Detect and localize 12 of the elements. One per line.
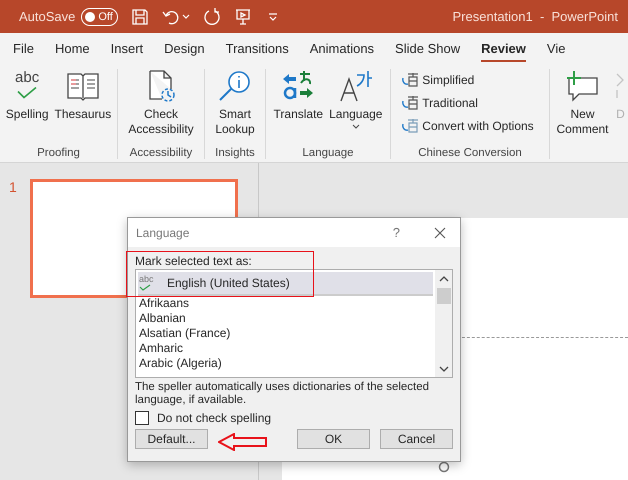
group-label: Insights <box>215 147 255 159</box>
prompt-label: Mark selected text as: <box>135 254 253 268</box>
window-title: Presentation1 - PowerPoint <box>452 9 618 24</box>
group-label: Chinese Conversion <box>418 147 522 159</box>
autosave-label: AutoSave <box>19 9 76 24</box>
dialog-title: Language <box>136 226 190 240</box>
checkbox-label: Do not check spelling <box>157 411 272 425</box>
speller-note: The speller automatically uses dictionaries of the selected language, if available. <box>135 381 430 407</box>
group-label: Accessibility <box>130 147 192 159</box>
slide-number: 1 <box>9 179 17 197</box>
group-label: Language <box>302 147 354 159</box>
group-label: Proofing <box>37 147 80 159</box>
